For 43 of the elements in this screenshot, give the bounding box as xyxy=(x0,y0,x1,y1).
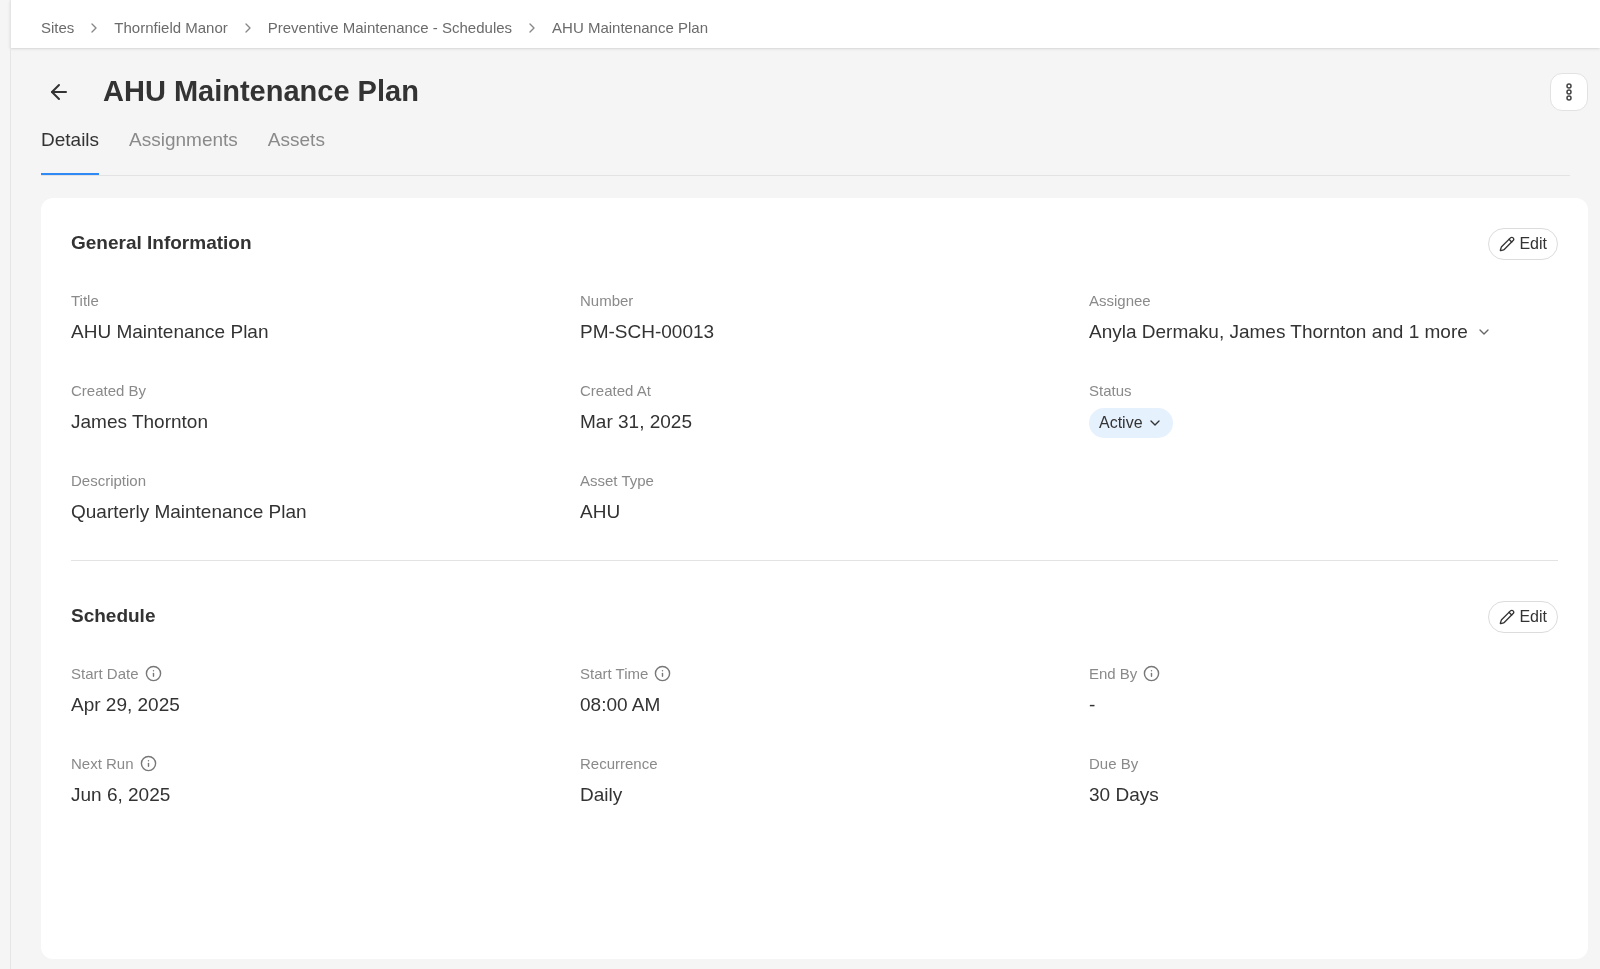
field-label: Recurrence xyxy=(580,753,658,774)
field-value: AHU xyxy=(580,500,622,524)
more-options-icon xyxy=(1566,83,1572,101)
field-label: Assignee xyxy=(1089,290,1151,311)
breadcrumb-link[interactable]: Thornfield Manor xyxy=(114,16,228,40)
pencil-icon xyxy=(1499,235,1516,252)
status-dropdown[interactable]: Active xyxy=(1089,408,1173,438)
field-value: AHU Maintenance Plan xyxy=(71,320,270,344)
field-label: Created At xyxy=(580,380,651,401)
field-value: 30 Days xyxy=(1089,783,1160,807)
field-label: Start Date xyxy=(71,663,139,684)
field-label: Description xyxy=(71,470,147,491)
field-label: Title xyxy=(71,290,99,311)
assignee-dropdown[interactable]: Anyla Dermaku, James Thornton and 1 more xyxy=(1089,318,1492,347)
field-label: Start Time xyxy=(580,663,649,684)
breadcrumb-link[interactable]: Sites xyxy=(41,16,75,40)
field-label: End By xyxy=(1089,663,1138,684)
section-title: Schedule xyxy=(71,604,156,629)
field-value: Mar 31, 2025 xyxy=(580,410,693,434)
field-label: Due By xyxy=(1089,753,1139,774)
field-label: Next Run xyxy=(71,753,134,774)
breadcrumb-link[interactable]: Preventive Maintenance - Schedules xyxy=(267,16,513,40)
more-options-button[interactable] xyxy=(1550,73,1588,111)
field-label: Number xyxy=(580,290,634,311)
tab[interactable]: Details xyxy=(41,126,100,175)
info-icon[interactable] xyxy=(144,665,162,683)
info-icon[interactable] xyxy=(654,665,672,683)
field-value: - xyxy=(1089,693,1097,717)
field-value: Jun 6, 2025 xyxy=(71,783,172,807)
field-label: Created By xyxy=(71,380,147,401)
page-title: AHU Maintenance Plan xyxy=(103,74,419,110)
info-icon[interactable] xyxy=(1143,665,1161,683)
section-title: General Information xyxy=(71,231,252,256)
field-value: PM-SCH-00013 xyxy=(580,320,716,344)
field-label: Asset Type xyxy=(580,470,654,491)
field-value: Daily xyxy=(580,783,624,807)
field-value: James Thornton xyxy=(71,410,209,434)
field-value: Apr 29, 2025 xyxy=(71,693,181,717)
field-value: 08:00 AM xyxy=(580,693,662,717)
info-icon[interactable] xyxy=(139,755,157,773)
field-value: Quarterly Maintenance Plan xyxy=(71,500,308,524)
pencil-icon xyxy=(1499,608,1516,625)
field-label: Status xyxy=(1089,380,1132,401)
